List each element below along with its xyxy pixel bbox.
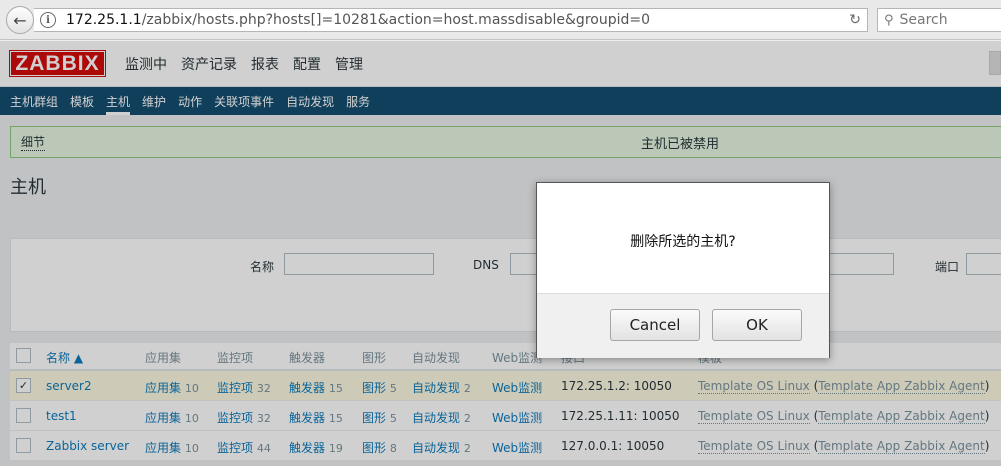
reload-icon[interactable]: ↻ — [849, 12, 861, 28]
search-placeholder: Search — [899, 12, 948, 28]
cancel-button[interactable]: Cancel — [610, 309, 700, 341]
url-bar[interactable]: i 172.25.1.1/zabbix/hosts.php?hosts[]=10… — [34, 8, 868, 32]
dialog-footer: Cancel OK — [537, 293, 829, 358]
confirm-dialog: 删除所选的主机? Cancel OK — [536, 182, 830, 358]
browser-toolbar: ← i 172.25.1.1/zabbix/hosts.php?hosts[]=… — [0, 0, 1001, 40]
url-host: 172.25.1.1 — [66, 12, 142, 28]
ok-button[interactable]: OK — [712, 309, 802, 341]
url-path: /zabbix/hosts.php?hosts[]=10281&action=h… — [141, 12, 651, 28]
info-icon[interactable]: i — [40, 12, 56, 28]
url-text: 172.25.1.1/zabbix/hosts.php?hosts[]=1028… — [66, 12, 650, 28]
back-arrow-icon[interactable]: ← — [6, 6, 34, 34]
modal-overlay — [0, 41, 1001, 466]
dialog-message: 删除所选的主机? — [630, 234, 736, 250]
browser-search-input[interactable]: ⚲ Search — [877, 8, 1001, 32]
search-icon: ⚲ — [884, 12, 894, 28]
